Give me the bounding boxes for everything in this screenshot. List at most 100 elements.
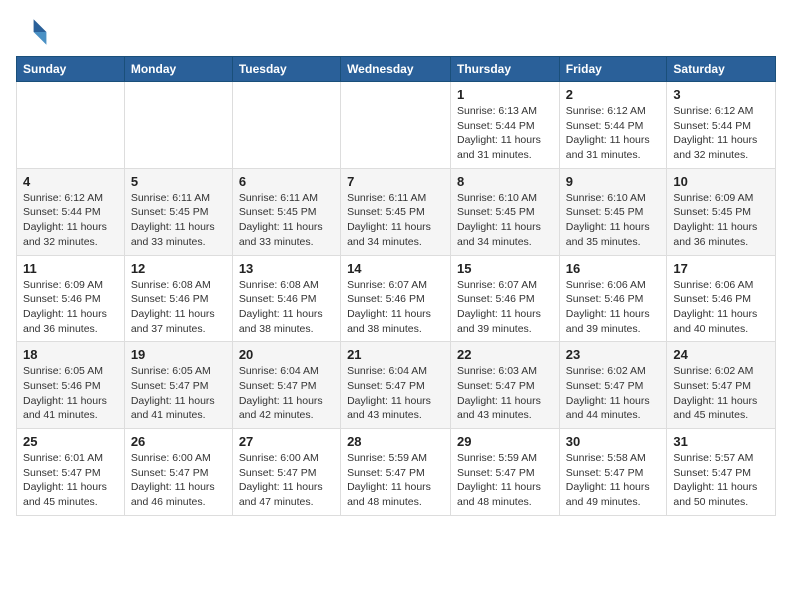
logo [16,16,52,48]
day-number: 8 [457,174,553,189]
day-info: Sunrise: 6:02 AMSunset: 5:47 PMDaylight:… [673,364,769,423]
calendar-cell: 19 Sunrise: 6:05 AMSunset: 5:47 PMDayligh… [124,342,232,429]
calendar-cell: 12 Sunrise: 6:08 AMSunset: 5:46 PMDayligh… [124,255,232,342]
weekday-header-wednesday: Wednesday [341,57,451,82]
day-number: 1 [457,87,553,102]
calendar-cell: 30 Sunrise: 5:58 AMSunset: 5:47 PMDayligh… [559,429,667,516]
day-info: Sunrise: 6:05 AMSunset: 5:46 PMDaylight:… [23,364,118,423]
calendar-cell: 2 Sunrise: 6:12 AMSunset: 5:44 PMDaylight… [559,82,667,169]
calendar-cell: 4 Sunrise: 6:12 AMSunset: 5:44 PMDaylight… [17,168,125,255]
day-number: 18 [23,347,118,362]
day-info: Sunrise: 6:02 AMSunset: 5:47 PMDaylight:… [566,364,661,423]
calendar-cell: 22 Sunrise: 6:03 AMSunset: 5:47 PMDayligh… [451,342,560,429]
day-info: Sunrise: 6:01 AMSunset: 5:47 PMDaylight:… [23,451,118,510]
weekday-header-monday: Monday [124,57,232,82]
day-info: Sunrise: 6:03 AMSunset: 5:47 PMDaylight:… [457,364,553,423]
calendar-cell: 18 Sunrise: 6:05 AMSunset: 5:46 PMDayligh… [17,342,125,429]
calendar-table: SundayMondayTuesdayWednesdayThursdayFrid… [16,56,776,516]
calendar-cell: 24 Sunrise: 6:02 AMSunset: 5:47 PMDayligh… [667,342,776,429]
day-info: Sunrise: 6:12 AMSunset: 5:44 PMDaylight:… [23,191,118,250]
day-number: 3 [673,87,769,102]
day-number: 22 [457,347,553,362]
day-number: 12 [131,261,226,276]
calendar-cell: 9Sunrise: 6:10 AMSunset: 5:45 PMDaylight… [559,168,667,255]
day-info: Sunrise: 6:11 AMSunset: 5:45 PMDaylight:… [347,191,444,250]
calendar-cell: 23 Sunrise: 6:02 AMSunset: 5:47 PMDayligh… [559,342,667,429]
day-number: 20 [239,347,334,362]
calendar-cell [341,82,451,169]
day-number: 4 [23,174,118,189]
weekday-header-saturday: Saturday [667,57,776,82]
day-number: 2 [566,87,661,102]
day-info: Sunrise: 6:09 AMSunset: 5:45 PMDaylight:… [673,191,769,250]
calendar-cell: 5 Sunrise: 6:11 AMSunset: 5:45 PMDaylight… [124,168,232,255]
day-info: Sunrise: 6:08 AMSunset: 5:46 PMDaylight:… [131,278,226,337]
day-info: Sunrise: 5:59 AMSunset: 5:47 PMDaylight:… [457,451,553,510]
day-info: Sunrise: 6:07 AMSunset: 5:46 PMDaylight:… [457,278,553,337]
calendar-cell: 25Sunrise: 6:01 AMSunset: 5:47 PMDayligh… [17,429,125,516]
weekday-header-tuesday: Tuesday [232,57,340,82]
day-info: Sunrise: 6:05 AMSunset: 5:47 PMDaylight:… [131,364,226,423]
calendar-cell: 13 Sunrise: 6:08 AMSunset: 5:46 PMDayligh… [232,255,340,342]
day-info: Sunrise: 5:57 AMSunset: 5:47 PMDaylight:… [673,451,769,510]
day-number: 15 [457,261,553,276]
calendar-cell: 29 Sunrise: 5:59 AMSunset: 5:47 PMDayligh… [451,429,560,516]
calendar-cell: 7 Sunrise: 6:11 AMSunset: 5:45 PMDaylight… [341,168,451,255]
calendar-cell: 17 Sunrise: 6:06 AMSunset: 5:46 PMDayligh… [667,255,776,342]
calendar-week-3: 11 Sunrise: 6:09 AMSunset: 5:46 PMDayligh… [17,255,776,342]
day-info: Sunrise: 6:04 AMSunset: 5:47 PMDaylight:… [239,364,334,423]
day-info: Sunrise: 5:58 AMSunset: 5:47 PMDaylight:… [566,451,661,510]
day-info: Sunrise: 5:59 AMSunset: 5:47 PMDaylight:… [347,451,444,510]
day-info: Sunrise: 6:12 AMSunset: 5:44 PMDaylight:… [673,104,769,163]
day-info: Sunrise: 6:06 AMSunset: 5:46 PMDaylight:… [673,278,769,337]
calendar-cell: 15 Sunrise: 6:07 AMSunset: 5:46 PMDayligh… [451,255,560,342]
calendar-cell: 3 Sunrise: 6:12 AMSunset: 5:44 PMDaylight… [667,82,776,169]
day-number: 30 [566,434,661,449]
day-number: 29 [457,434,553,449]
day-info: Sunrise: 6:09 AMSunset: 5:46 PMDaylight:… [23,278,118,337]
day-info: Sunrise: 6:00 AMSunset: 5:47 PMDaylight:… [131,451,226,510]
day-number: 27 [239,434,334,449]
logo-icon [16,16,48,48]
day-info: Sunrise: 6:11 AMSunset: 5:45 PMDaylight:… [131,191,226,250]
calendar-cell: 6Sunrise: 6:11 AMSunset: 5:45 PMDaylight… [232,168,340,255]
calendar-cell: 1 Sunrise: 6:13 AMSunset: 5:44 PMDaylight… [451,82,560,169]
calendar-week-4: 18 Sunrise: 6:05 AMSunset: 5:46 PMDayligh… [17,342,776,429]
calendar-week-5: 25Sunrise: 6:01 AMSunset: 5:47 PMDayligh… [17,429,776,516]
day-number: 16 [566,261,661,276]
day-number: 5 [131,174,226,189]
calendar-cell [232,82,340,169]
calendar-header: SundayMondayTuesdayWednesdayThursdayFrid… [17,57,776,82]
day-number: 26 [131,434,226,449]
calendar-cell: 21 Sunrise: 6:04 AMSunset: 5:47 PMDayligh… [341,342,451,429]
day-info: Sunrise: 6:12 AMSunset: 5:44 PMDaylight:… [566,104,661,163]
calendar-cell: 31Sunrise: 5:57 AMSunset: 5:47 PMDayligh… [667,429,776,516]
calendar-cell: 14Sunrise: 6:07 AMSunset: 5:46 PMDayligh… [341,255,451,342]
day-number: 28 [347,434,444,449]
day-info: Sunrise: 6:13 AMSunset: 5:44 PMDaylight:… [457,104,553,163]
day-number: 7 [347,174,444,189]
day-info: Sunrise: 6:07 AMSunset: 5:46 PMDaylight:… [347,278,444,337]
day-info: Sunrise: 6:10 AMSunset: 5:45 PMDaylight:… [457,191,553,250]
weekday-header-friday: Friday [559,57,667,82]
day-number: 21 [347,347,444,362]
calendar-week-2: 4 Sunrise: 6:12 AMSunset: 5:44 PMDaylight… [17,168,776,255]
weekday-header-sunday: Sunday [17,57,125,82]
day-number: 24 [673,347,769,362]
weekday-header-thursday: Thursday [451,57,560,82]
calendar-cell: 28 Sunrise: 5:59 AMSunset: 5:47 PMDayligh… [341,429,451,516]
calendar-cell: 8 Sunrise: 6:10 AMSunset: 5:45 PMDaylight… [451,168,560,255]
day-info: Sunrise: 6:08 AMSunset: 5:46 PMDaylight:… [239,278,334,337]
day-info: Sunrise: 6:04 AMSunset: 5:47 PMDaylight:… [347,364,444,423]
day-info: Sunrise: 6:06 AMSunset: 5:46 PMDaylight:… [566,278,661,337]
calendar-cell: 10Sunrise: 6:09 AMSunset: 5:45 PMDayligh… [667,168,776,255]
page-header [16,16,776,48]
day-number: 19 [131,347,226,362]
day-number: 11 [23,261,118,276]
calendar-cell: 20 Sunrise: 6:04 AMSunset: 5:47 PMDayligh… [232,342,340,429]
calendar-week-1: 1 Sunrise: 6:13 AMSunset: 5:44 PMDaylight… [17,82,776,169]
calendar-cell: 16 Sunrise: 6:06 AMSunset: 5:46 PMDayligh… [559,255,667,342]
day-number: 17 [673,261,769,276]
day-number: 13 [239,261,334,276]
day-number: 23 [566,347,661,362]
